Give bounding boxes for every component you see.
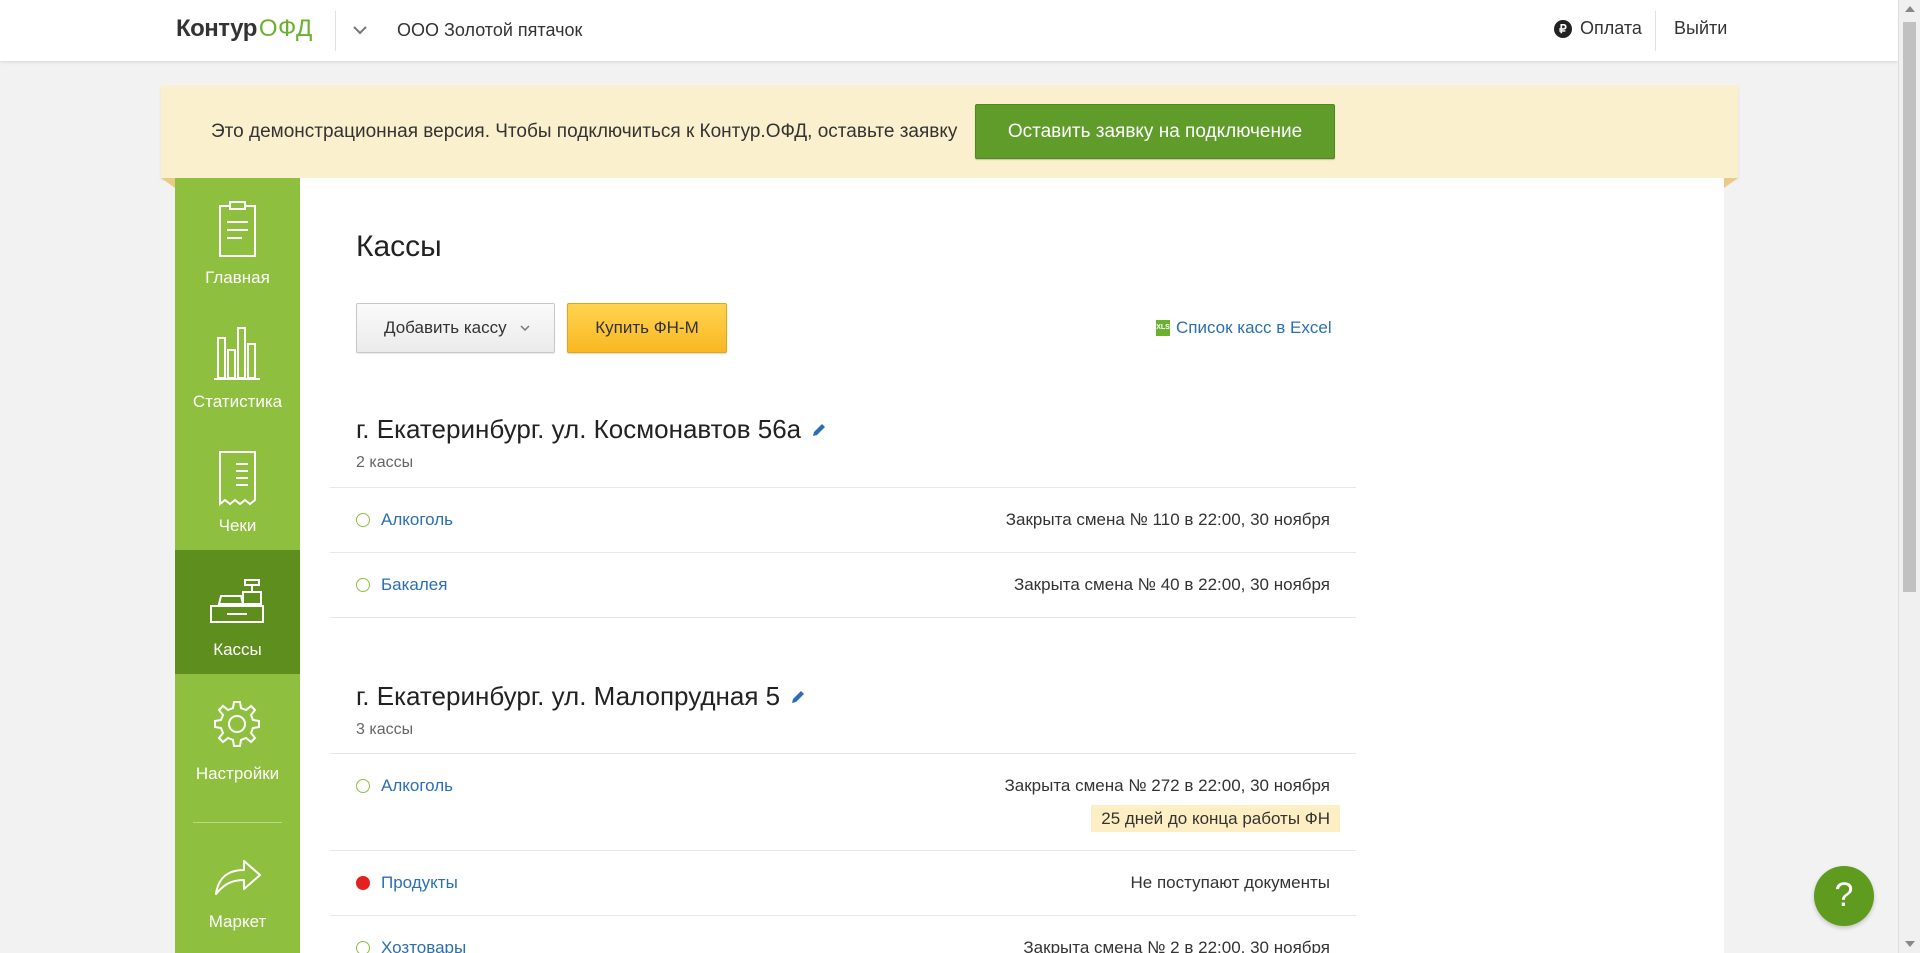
clipboard-icon (219, 201, 256, 257)
sidebar-item-settings[interactable]: Настройки (175, 674, 300, 798)
help-button[interactable]: ? (1814, 866, 1874, 926)
kassa-name-link[interactable]: Продукты (381, 873, 458, 893)
sidebar-item-label: Главная (205, 268, 270, 287)
kassa-shift-info: Не поступают документы (1130, 873, 1330, 892)
excel-export-label: Список касс в Excel (1176, 318, 1332, 337)
sidebar-item-label: Кассы (213, 640, 262, 659)
status-ok-icon (356, 779, 370, 793)
bar-chart-icon (214, 327, 260, 380)
location-kassa-count: 3 кассы (356, 721, 414, 738)
row-divider (330, 753, 1356, 754)
row-divider (330, 487, 1356, 488)
pay-label: Оплата (1580, 18, 1642, 38)
sidebar-item-label: Статистика (192, 392, 283, 411)
kassa-name-link[interactable]: Бакалея (381, 575, 447, 595)
row-divider (330, 617, 1356, 618)
banner-fold (1724, 178, 1738, 188)
scrollbar-thumb[interactable] (1903, 22, 1916, 592)
row-divider (330, 850, 1356, 851)
pencil-icon[interactable] (790, 689, 806, 705)
buy-fn-button[interactable]: Купить ФН-М (567, 303, 727, 353)
sidebar-item-label: Маркет (208, 912, 267, 931)
location-kassa-count: 2 кассы (356, 454, 414, 471)
top-header: КонтурОФД ООО Золотой пятачок ₽ Оплата В… (0, 0, 1898, 61)
share-arrow-icon (215, 860, 261, 895)
demo-banner-text: Это демонстрационная версия. Чтобы подкл… (211, 121, 958, 142)
receipt-icon (219, 451, 256, 507)
logo-main-text: Контур (176, 15, 257, 42)
location-address: г. Екатеринбург. ул. Космонавтов 56а (356, 414, 802, 444)
chevron-down-icon (520, 325, 530, 332)
status-ok-icon (356, 578, 370, 592)
main-content: Кассы Добавить кассу Купить ФН-М XLS Спи… (300, 178, 1724, 953)
kassa-shift-info: Закрыта смена № 40 в 22:00, 30 ноября (1013, 575, 1330, 594)
sidebar-item-market[interactable]: Маркет (175, 822, 300, 946)
row-divider (330, 915, 1356, 916)
organization-name[interactable]: ООО Золотой пятачок (397, 20, 582, 41)
cash-register-icon (210, 579, 264, 623)
kassa-shift-info: Закрыта смена № 272 в 22:00, 30 ноября (1004, 776, 1331, 795)
add-kassa-button[interactable]: Добавить кассу (356, 303, 555, 353)
logo-accent-text: ОФД (258, 15, 313, 42)
row-divider (330, 552, 1356, 553)
page-title: Кассы (356, 230, 442, 263)
sidebar-nav: Главная Статистика Чеки Кассы Настройки … (175, 178, 300, 953)
location-address: г. Екатеринбург. ул. Малопрудная 5 (356, 681, 781, 711)
kassa-name-link[interactable]: Алкоголь (381, 776, 453, 796)
sidebar-item-receipts[interactable]: Чеки (175, 426, 300, 550)
kassa-name-link[interactable]: Хозтовары (381, 938, 466, 953)
fn-expiry-warning: 25 дней до конца работы ФН (1091, 805, 1340, 832)
location-title: г. Екатеринбург. ул. Малопрудная 5 (356, 681, 806, 712)
location-title: г. Екатеринбург. ул. Космонавтов 56а (356, 414, 827, 445)
request-connection-button[interactable]: Оставить заявку на подключение (975, 104, 1335, 159)
kassa-shift-info: Закрыта смена № 2 в 22:00, 30 ноября (1023, 938, 1330, 953)
status-error-icon (356, 876, 370, 890)
page-scrollbar[interactable] (1898, 0, 1920, 953)
header-divider (1655, 11, 1656, 51)
kassa-shift-info: Закрыта смена № 110 в 22:00, 30 ноября (1005, 510, 1330, 529)
excel-export-link[interactable]: XLS Список касс в Excel (1156, 318, 1332, 338)
ruble-icon: ₽ (1554, 19, 1572, 38)
status-ok-icon (356, 941, 370, 953)
logout-link[interactable]: Выйти (1674, 18, 1727, 39)
add-kassa-label: Добавить кассу (384, 318, 507, 337)
sidebar-item-statistics[interactable]: Статистика (175, 302, 300, 426)
header-divider (335, 11, 336, 51)
demo-banner: Это демонстрационная версия. Чтобы подкл… (161, 85, 1738, 178)
chevron-down-icon[interactable] (350, 20, 370, 40)
sidebar-item-kassas[interactable]: Кассы (175, 550, 300, 674)
excel-file-icon: XLS (1156, 320, 1170, 336)
scroll-down-arrow-icon[interactable] (1905, 941, 1915, 947)
sidebar-item-main[interactable]: Главная (175, 178, 300, 302)
pencil-icon[interactable] (811, 422, 827, 438)
pay-link[interactable]: ₽ Оплата (1554, 18, 1642, 39)
kontur-ofd-logo[interactable]: КонтурОФД (176, 15, 313, 43)
scroll-up-arrow-icon[interactable] (1905, 6, 1915, 12)
gear-icon (214, 701, 260, 747)
banner-fold (161, 178, 175, 188)
status-ok-icon (356, 513, 370, 527)
sidebar-item-label: Настройки (195, 764, 280, 783)
kassa-name-link[interactable]: Алкоголь (381, 510, 453, 530)
sidebar-item-label: Чеки (218, 516, 257, 535)
